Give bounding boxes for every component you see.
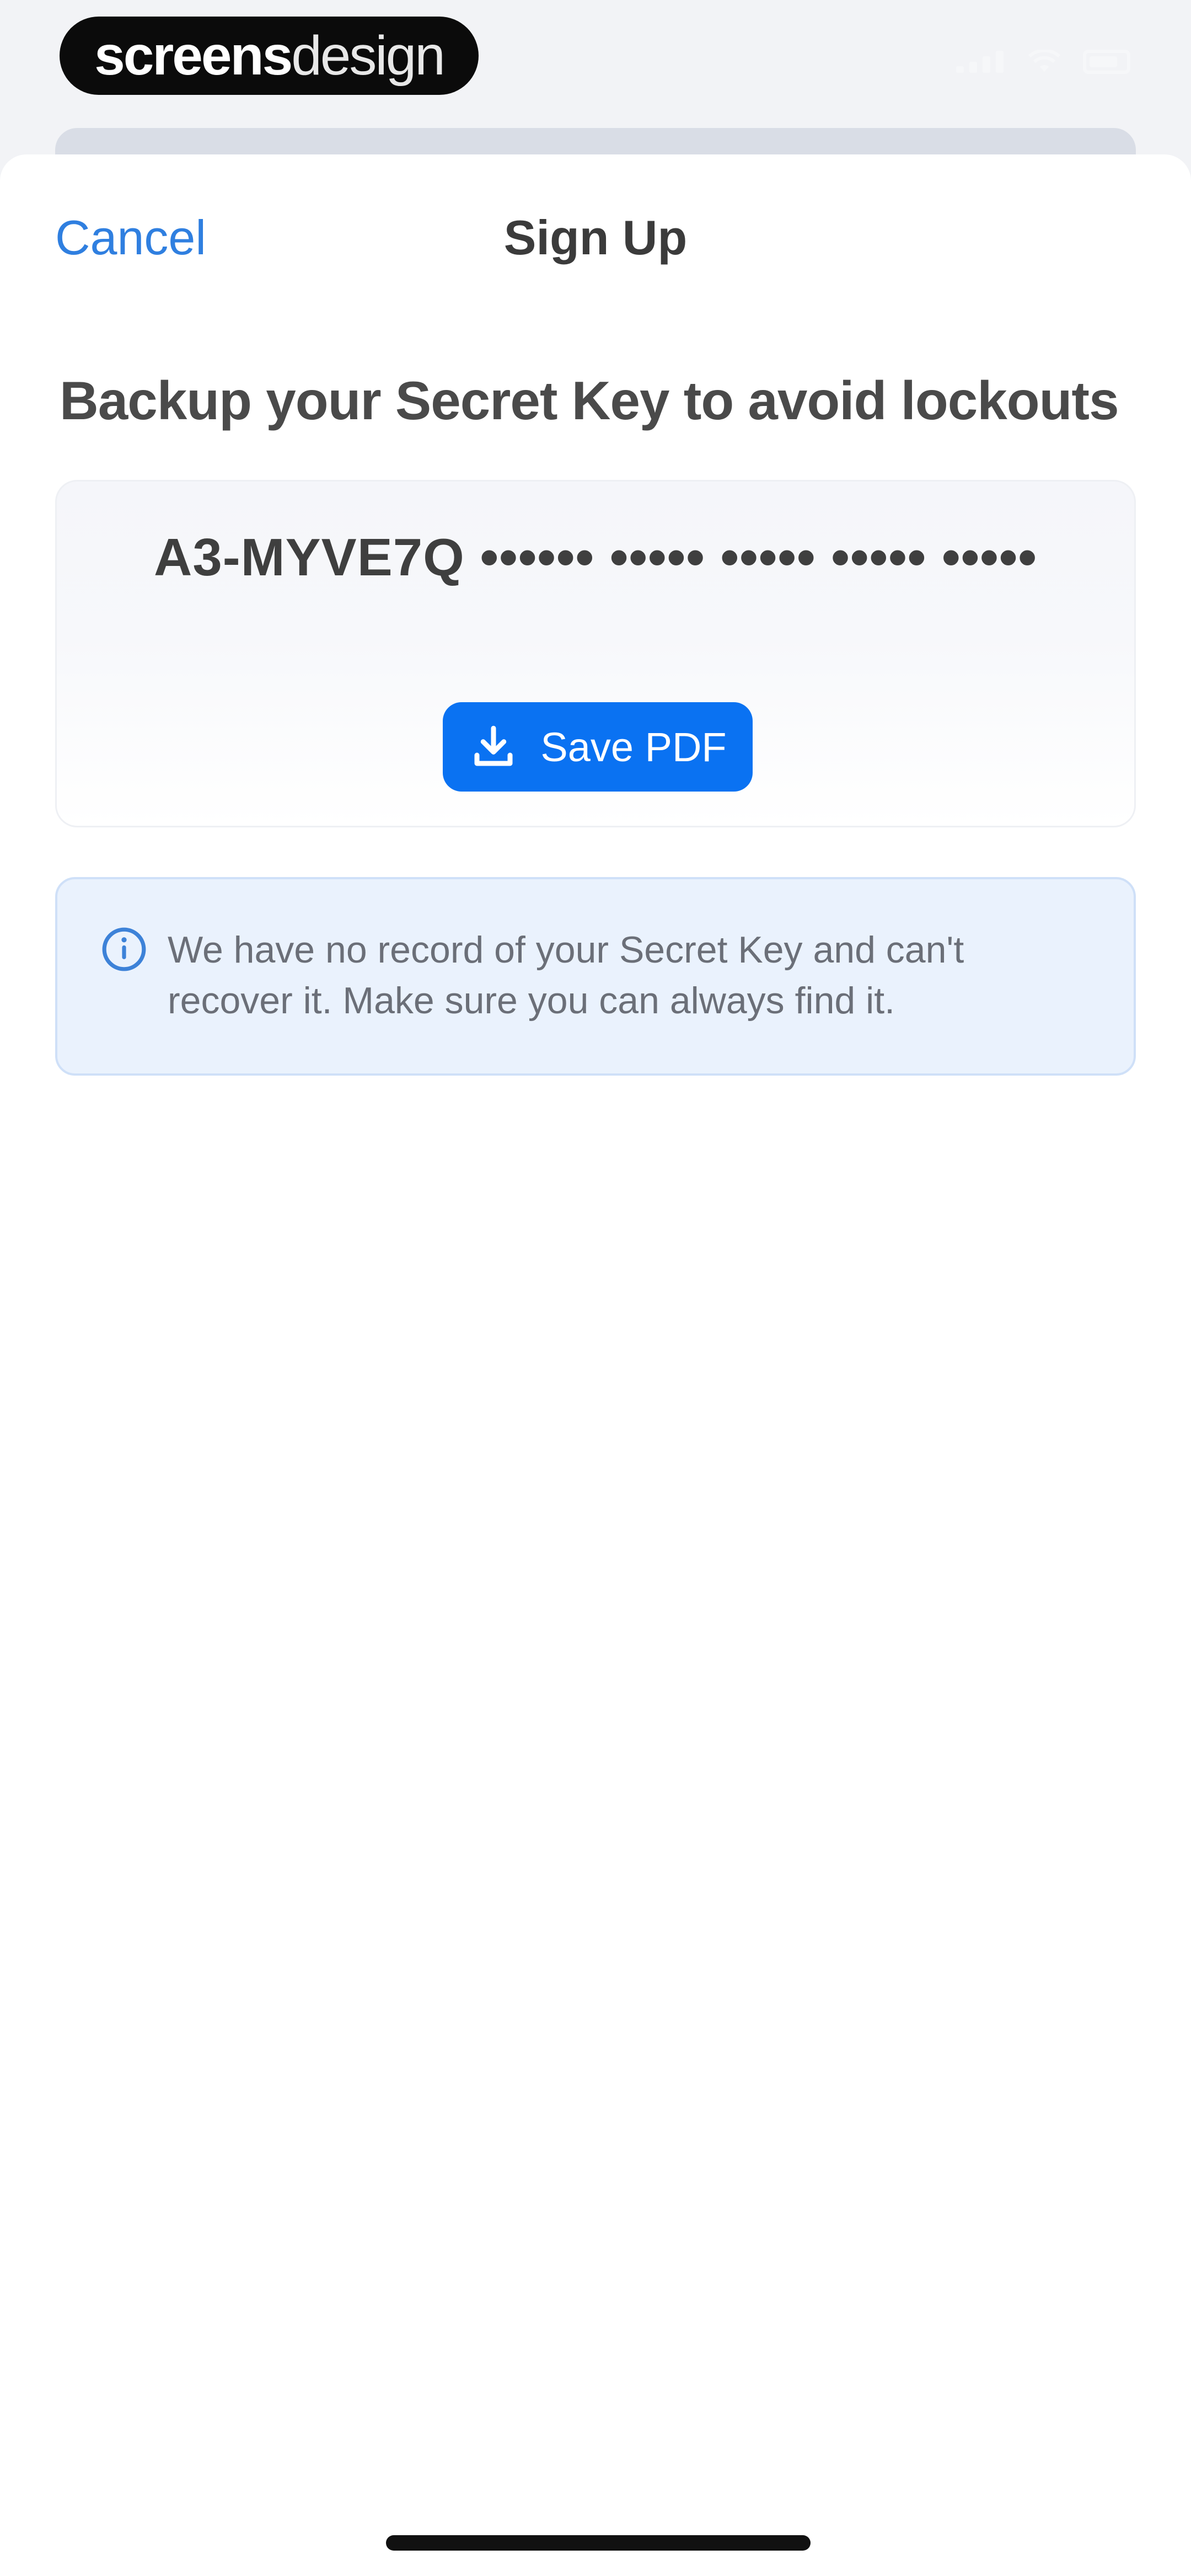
brand-logo: screens design [60, 17, 479, 95]
secret-key-value: A3-MYVE7Q •••••• ••••• ••••• ••••• ••••• [153, 528, 1037, 587]
secret-key-card: A3-MYVE7Q •••••• ••••• ••••• ••••• •••••… [55, 480, 1136, 827]
navigation-bar: Cancel Sign Up [0, 154, 1191, 320]
info-message: We have no record of your Secret Key and… [168, 929, 964, 1022]
info-callout: We have no record of your Secret Key and… [55, 877, 1136, 1076]
info-icon [102, 927, 146, 971]
brand-logo-light: design [291, 24, 446, 87]
download-icon [474, 725, 513, 766]
cellular-signal-icon [956, 51, 1006, 73]
wifi-icon [1028, 50, 1061, 72]
page-title: Sign Up [503, 210, 688, 265]
status-icons [956, 50, 1130, 74]
save-pdf-label: Save PDF [540, 724, 727, 770]
brand-logo-bold: screens [94, 24, 293, 87]
save-pdf-button[interactable]: Save PDF [443, 702, 753, 792]
battery-icon [1083, 50, 1130, 74]
backup-headline: Backup your Secret Key to avoid lockouts [60, 370, 1119, 431]
status-bar: screens design [0, 0, 1191, 132]
signup-sheet: Cancel Sign Up Backup your Secret Key to… [0, 154, 1191, 2576]
home-indicator[interactable] [386, 2535, 811, 2551]
